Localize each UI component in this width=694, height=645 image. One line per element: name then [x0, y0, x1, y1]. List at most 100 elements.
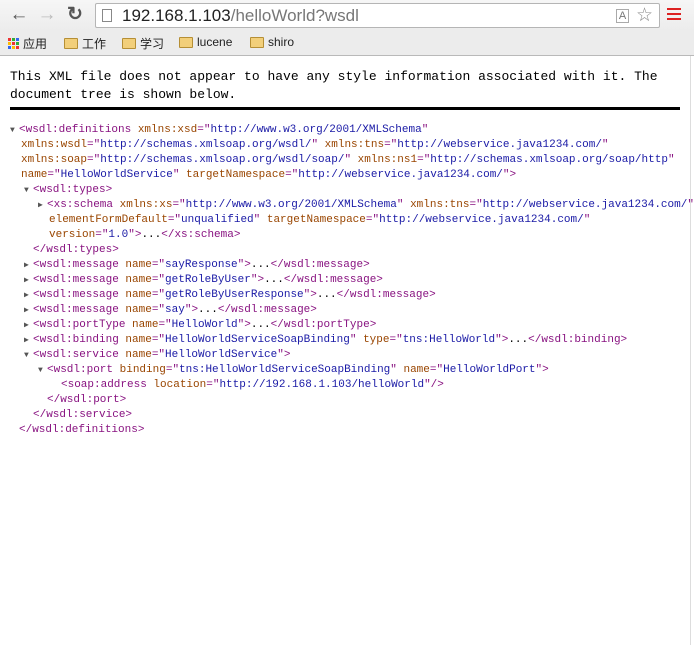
- xml-tag: ": [667, 154, 675, 166]
- xml-attr-value: HelloWorldPort: [443, 364, 536, 376]
- xml-line: name="HelloWorldService" targetNamespace…: [0, 168, 694, 183]
- xml-tag: ": [390, 364, 404, 376]
- xml-line: ▶ <wsdl:portType name="HelloWorld">...</w…: [0, 318, 694, 333]
- xml-tag: ">: [250, 274, 265, 286]
- xml-tag: </wsdl:message>: [336, 289, 436, 301]
- xml-attr-name: elementFormDefault: [49, 214, 168, 226]
- page-icon: [102, 9, 112, 22]
- xml-tag: <wsdl:service: [33, 349, 126, 361]
- expand-triangle-icon[interactable]: ▶: [38, 198, 43, 213]
- xml-attr-name: name: [403, 364, 430, 376]
- xml-tag: </wsdl:portType>: [270, 319, 377, 331]
- xml-attr-name: xmlns:xsd: [137, 124, 198, 136]
- collapse-triangle-icon[interactable]: ▼: [24, 183, 29, 198]
- forward-icon[interactable]: →: [36, 4, 58, 26]
- xml-attr-name: type: [363, 334, 390, 346]
- xml-tag: <wsdl:port: [47, 364, 120, 376]
- xml-tag: ">: [184, 304, 199, 316]
- xml-attr-value: 1.0: [108, 229, 129, 241]
- xml-tag: <xs:schema: [47, 199, 120, 211]
- xml-tag: =": [151, 334, 166, 346]
- xml-tag: ": [311, 139, 325, 151]
- xml-attr-name: name: [21, 169, 48, 181]
- xml-style-notice: This XML file does not appear to have an…: [10, 69, 658, 102]
- collapse-triangle-icon[interactable]: ▼: [24, 348, 29, 363]
- xml-tag: <wsdl:message: [33, 259, 126, 271]
- back-icon[interactable]: ←: [8, 4, 30, 26]
- bookmark-apps[interactable]: 应用: [8, 35, 47, 52]
- bookmark-folder-study[interactable]: 学习: [122, 35, 164, 52]
- xml-tag: </wsdl:binding>: [528, 334, 628, 346]
- xml-attr-value: http://webservice.java1234.com/: [397, 139, 602, 151]
- xml-attr-name: targetNamespace: [266, 214, 366, 226]
- xml-tag: =": [285, 169, 299, 181]
- xml-attr-value: http://webservice.java1234.com/: [482, 199, 688, 211]
- xml-attr-value: getRoleByUserResponse: [165, 289, 304, 301]
- xml-tag: =": [384, 139, 398, 151]
- xml-tag: <wsdl:binding: [33, 334, 126, 346]
- xml-tag: ": [583, 214, 591, 226]
- xml-tag: <wsdl:types>: [33, 184, 113, 196]
- xml-tag: =": [151, 259, 166, 271]
- translate-icon[interactable]: A: [616, 9, 629, 23]
- xml-tag: ">: [277, 349, 291, 361]
- xml-attr-name: location: [153, 379, 207, 391]
- xml-tag: </xs:schema>: [161, 229, 241, 241]
- bookmark-folder-lucene[interactable]: lucene: [179, 35, 232, 49]
- star-icon[interactable]: ☆: [636, 4, 653, 27]
- xml-ellipsis: ...: [316, 289, 337, 301]
- expand-triangle-icon[interactable]: ▶: [24, 318, 29, 333]
- xml-line: version="1.0">...</xs:schema>: [0, 228, 694, 243]
- bookmark-folder-work[interactable]: 工作: [64, 35, 106, 52]
- xml-line: </wsdl:service>: [0, 408, 694, 423]
- xml-tag: <wsdl:portType: [33, 319, 133, 331]
- xml-line: ▼ <wsdl:types>: [0, 183, 694, 198]
- expand-triangle-icon[interactable]: ▶: [24, 258, 29, 273]
- xml-attr-name: xmlns:tns: [410, 199, 470, 211]
- xml-ellipsis: ...: [508, 334, 529, 346]
- xml-attr-name: xmlns:xs: [119, 199, 173, 211]
- apps-icon: [8, 38, 19, 49]
- url-host: 192.168.1.103: [122, 6, 231, 25]
- xml-ellipsis: ...: [264, 274, 284, 286]
- xml-ellipsis: ...: [250, 319, 271, 331]
- xml-tag: =": [87, 139, 101, 151]
- folder-icon: [64, 38, 78, 49]
- xml-attr-value: http://webservice.java1234.com/: [298, 169, 503, 181]
- xml-ellipsis: ...: [141, 229, 162, 241]
- xml-tag: =": [151, 304, 166, 316]
- xml-tag: =": [158, 319, 172, 331]
- bookmarks-bar: 应用 工作 学习 lucene shiro: [0, 31, 694, 56]
- xml-tag: "/>: [424, 379, 444, 391]
- xml-line: ▼ <wsdl:service name="HelloWorldService">: [0, 348, 694, 363]
- menu-icon[interactable]: [667, 8, 681, 23]
- xml-ellipsis: ...: [198, 304, 218, 316]
- xml-tag: ">: [495, 334, 509, 346]
- address-bar[interactable]: 192.168.1.103/helloWorld?wsdl A ☆: [95, 3, 660, 28]
- xml-attr-value: unqualified: [181, 214, 254, 226]
- xml-attr-name: xmlns:ns1: [357, 154, 418, 166]
- xml-tag: ": [253, 214, 267, 226]
- url-text[interactable]: 192.168.1.103/helloWorld?wsdl: [122, 6, 359, 26]
- xml-line: ▼ <wsdl:definitions xmlns:xsd="http://www…: [0, 123, 694, 138]
- collapse-triangle-icon[interactable]: ▼: [38, 363, 43, 378]
- expand-triangle-icon[interactable]: ▶: [24, 303, 29, 318]
- window-border: [690, 56, 691, 645]
- expand-triangle-icon[interactable]: ▶: [24, 273, 29, 288]
- expand-triangle-icon[interactable]: ▶: [24, 288, 29, 303]
- collapse-triangle-icon[interactable]: ▼: [10, 123, 15, 138]
- xml-tag: ">: [303, 289, 317, 301]
- xml-line: ▶ <wsdl:message name="sayResponse">...</w…: [0, 258, 694, 273]
- bookmark-label: 应用: [23, 37, 48, 51]
- xml-tree: ▼ <wsdl:definitions xmlns:xsd="http://www…: [0, 123, 694, 438]
- xml-tag: =": [151, 349, 166, 361]
- xml-attr-value: HelloWorldService: [165, 349, 278, 361]
- reload-icon[interactable]: ↻: [64, 4, 86, 26]
- bookmark-label: 学习: [140, 37, 165, 51]
- xml-tag: ">: [128, 229, 142, 241]
- bookmark-folder-shiro[interactable]: shiro: [250, 35, 294, 49]
- xml-attr-name: targetNamespace: [186, 169, 286, 181]
- xml-attr-name: version: [49, 229, 96, 241]
- expand-triangle-icon[interactable]: ▶: [24, 333, 29, 348]
- divider: [10, 107, 680, 110]
